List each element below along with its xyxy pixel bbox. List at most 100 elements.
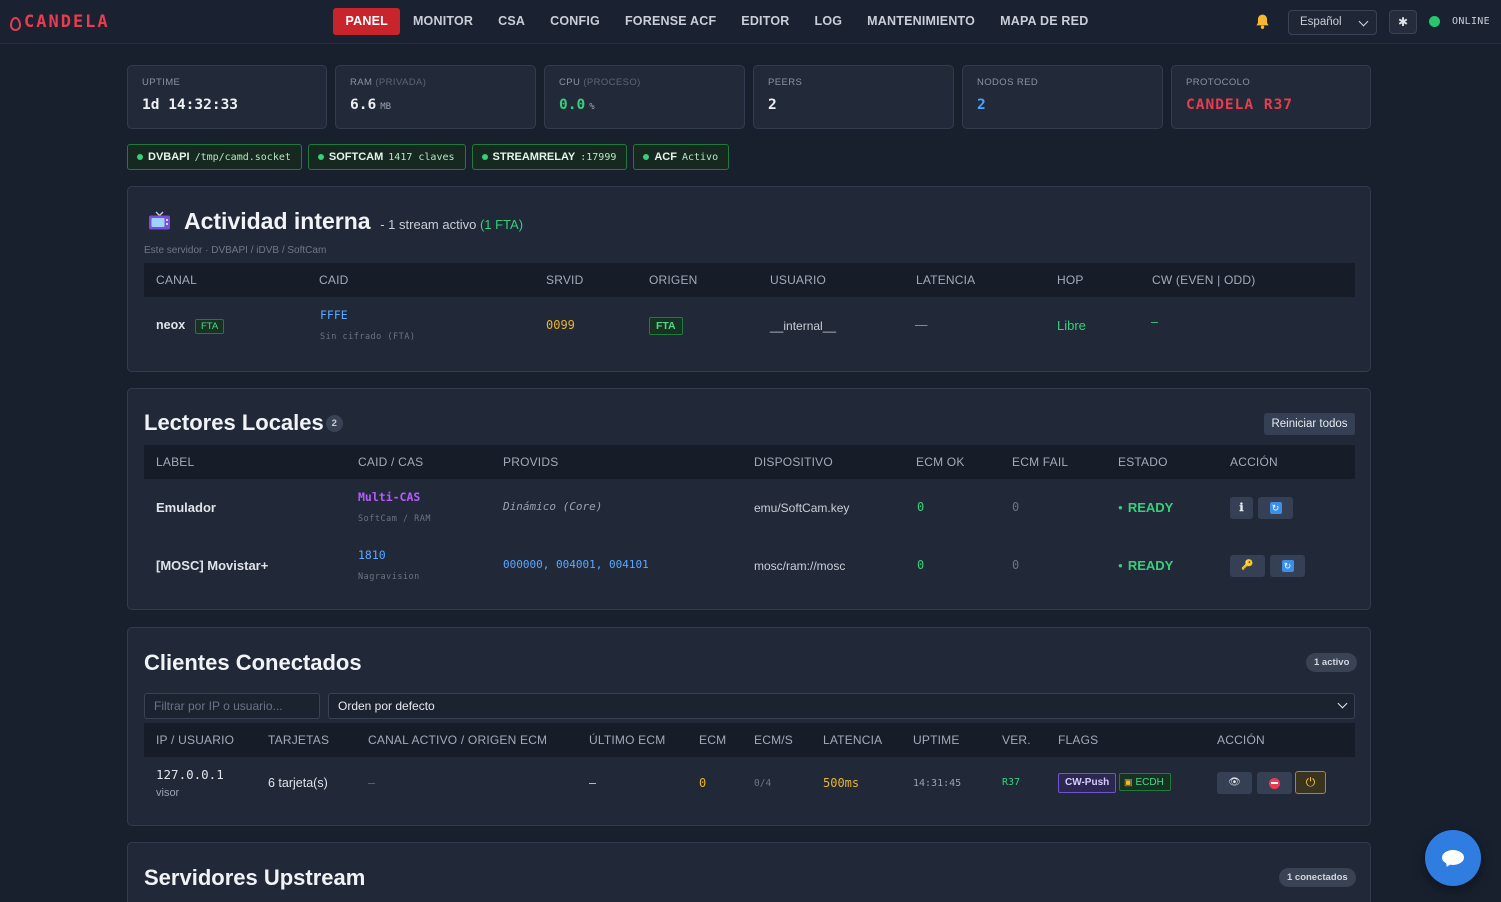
client-order-select[interactable]: Orden por defecto	[328, 693, 1355, 719]
clients-title: Clientes Conectados	[144, 650, 362, 675]
stat-label: PEERS	[768, 77, 803, 88]
tv-icon	[149, 211, 170, 230]
column-header: SRVID	[546, 273, 584, 287]
disconnect-client-button[interactable]	[1257, 772, 1292, 794]
stat-value: 6.6 MB	[350, 97, 392, 113]
stat-card-cpu: CPU (PROCESO) 0.0%	[544, 65, 745, 129]
column-header: TARJETAS	[268, 733, 330, 747]
status-pill-softcam: SOFTCAM 1417 claves	[307, 144, 466, 170]
brand-logo[interactable]: CANDELA	[9, 12, 110, 32]
nav-item-config[interactable]: CONFIG	[538, 8, 613, 35]
bell-icon[interactable]	[1254, 13, 1271, 30]
eye-icon: 👁	[1228, 777, 1241, 788]
clients-active-badge: 1 activo	[1306, 653, 1358, 672]
activity-caption: Este servidor · DVBAPI / iDVB / SoftCam	[144, 245, 327, 256]
stat-card-uptime: UPTIME 1d 14:32:33	[127, 65, 327, 129]
nav-item-mantenimiento[interactable]: MANTENIMIENTO	[855, 8, 988, 35]
status-pill-dvbapi: DVBAPI/tmp/camd.socket	[127, 144, 302, 170]
column-header: VER.	[1002, 733, 1031, 747]
restart-reader-button[interactable]: ↻	[1270, 555, 1305, 577]
upstream-panel: Servidores Upstream 1 conectados	[127, 842, 1371, 902]
nav-item-mapa-de-red[interactable]: MAPA DE RED	[988, 8, 1101, 35]
stat-value: CANDELA R37	[1186, 97, 1294, 113]
chat-bubble-button[interactable]	[1425, 830, 1481, 886]
client-channel: –	[368, 776, 375, 790]
nav-item-editor[interactable]: EDITOR	[729, 8, 802, 35]
reader-status: READY	[1118, 500, 1174, 515]
user-value: __internal__	[770, 319, 837, 333]
view-client-button[interactable]: 👁	[1217, 772, 1252, 794]
client-filter-input[interactable]	[144, 693, 320, 719]
column-header: PROVIDS	[503, 455, 559, 469]
reader-ecm-fail: 0	[1012, 500, 1020, 514]
stat-card-nodos-red: NODOS RED 2	[962, 65, 1163, 129]
stat-label: CPU (PROCESO)	[559, 77, 641, 88]
column-header: FLAGS	[1058, 733, 1099, 747]
reader-ecm-fail: 0	[1012, 558, 1020, 572]
channel-name: neox	[156, 318, 186, 332]
chevron-down-icon	[1337, 698, 1348, 709]
lock-icon: ▣	[1124, 777, 1133, 787]
online-status-label: ONLINE	[1452, 16, 1490, 27]
srvid-value: 0099	[546, 318, 575, 332]
power-icon[interactable]: ⏻	[1295, 771, 1326, 794]
column-header: ECM FAIL	[1012, 455, 1069, 469]
restart-all-button[interactable]: Reiniciar todos	[1264, 413, 1355, 435]
stat-value: 1d 14:32:33	[142, 97, 239, 113]
reader-provids: Dinámico (Core)	[503, 500, 603, 513]
client-order-value: Orden por defecto	[338, 699, 435, 713]
channel-fta-tag: FTA	[195, 318, 225, 334]
reader-device: emu/SoftCam.key	[754, 501, 850, 515]
client-ecm: 0	[699, 776, 707, 790]
column-header: LATENCIA	[823, 733, 883, 747]
column-header: LABEL	[156, 455, 195, 469]
origin-tag: FTA	[649, 317, 683, 335]
column-header: CANAL ACTIVO / ORIGEN ECM	[368, 733, 548, 747]
cw-value: –	[1151, 315, 1158, 329]
activity-table-header: CANAL CAID SRVID ORIGEN USUARIO LATENCIA…	[144, 263, 1355, 297]
nav-item-panel[interactable]: PANEL	[333, 8, 401, 35]
reader-caid-sub: SoftCam / RAM	[358, 514, 432, 524]
reader-status: READY	[1118, 558, 1174, 573]
nav-item-log[interactable]: LOG	[802, 8, 855, 35]
reader-label: Emulador	[156, 500, 216, 515]
reader-provids: 000000, 004001, 004101	[503, 558, 649, 571]
upstream-title: Servidores Upstream	[144, 865, 366, 890]
key-icon[interactable]: 🔑	[1230, 555, 1265, 577]
column-header: CW (EVEN | ODD)	[1152, 273, 1256, 287]
nav-item-csa[interactable]: CSA	[486, 8, 538, 35]
column-header: CAID / CAS	[358, 455, 424, 469]
column-header: ESTADO	[1118, 455, 1168, 469]
column-header: UPTIME	[913, 733, 960, 747]
restart-reader-button[interactable]: ↻	[1258, 497, 1293, 519]
nav-item-forense-acf[interactable]: FORENSE ACF	[612, 8, 728, 35]
client-version: R37	[1002, 777, 1021, 788]
refresh-icon: ↻	[1269, 502, 1282, 515]
language-select[interactable]: Español	[1288, 10, 1377, 35]
stat-card-peers: PEERS 2	[753, 65, 954, 129]
reader-caid: 1810	[358, 548, 386, 562]
sun-icon: ✱	[1397, 15, 1409, 29]
theme-toggle-button[interactable]: ✱	[1389, 10, 1417, 34]
caid-value: FFFE	[320, 308, 348, 322]
brand-name: CANDELA	[24, 12, 110, 32]
language-value: Español	[1300, 16, 1342, 28]
readers-panel: Lectores Locales 2 Reiniciar todos LABEL …	[127, 388, 1371, 610]
client-user: visor	[156, 787, 180, 799]
nav-item-monitor[interactable]: MONITOR	[400, 8, 485, 35]
column-header: ÚLTIMO ECM	[589, 733, 666, 747]
chevron-down-icon	[1358, 16, 1369, 27]
client-ecm-s: 0/4	[754, 778, 772, 789]
stat-label: RAM (PRIVADA)	[350, 77, 427, 88]
readers-count-badge: 2	[325, 415, 343, 432]
stats-row: UPTIME 1d 14:32:33 RAM (PRIVADA) 6.6 MB C…	[127, 65, 1371, 129]
column-header: ECM OK	[916, 455, 965, 469]
stat-card-protocolo: PROTOCOLO CANDELA R37	[1171, 65, 1371, 129]
flame-icon	[9, 15, 21, 31]
column-header: DISPOSITIVO	[754, 455, 833, 469]
top-navbar: CANDELA PANEL MONITOR CSA CONFIG FORENSE…	[0, 0, 1501, 44]
stat-value: 0.0%	[559, 97, 595, 113]
reader-ecm-ok: 0	[917, 558, 925, 572]
info-icon[interactable]: ℹ	[1230, 497, 1253, 519]
caid-sub: Sin cifrado (FTA)	[320, 332, 416, 342]
